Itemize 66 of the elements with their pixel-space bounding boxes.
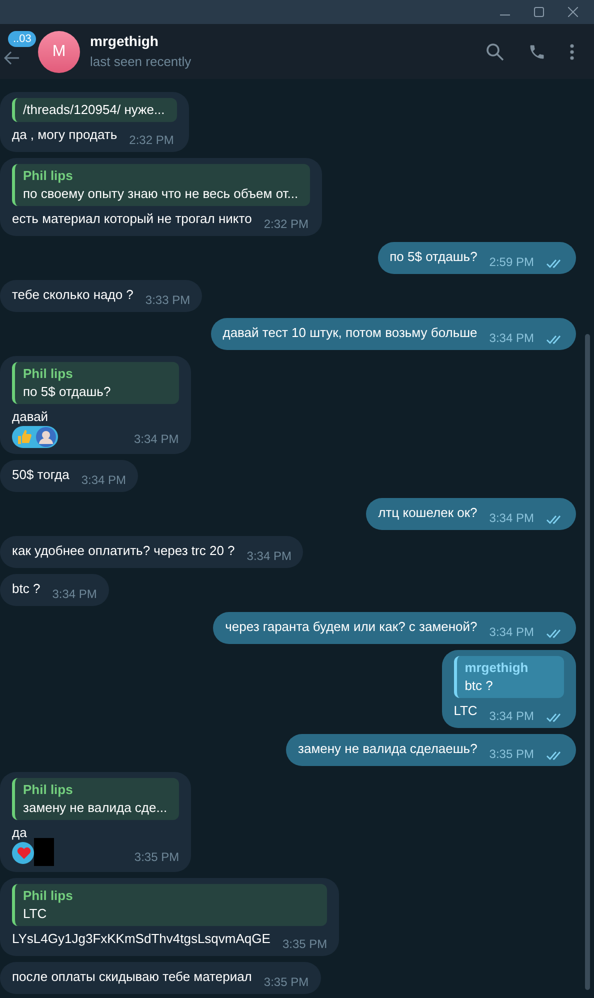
reply-quote[interactable]: mrgethigh btc ? xyxy=(454,656,564,698)
quote-text: замену не валида сде... xyxy=(23,799,168,817)
quote-author: mrgethigh xyxy=(464,659,530,677)
message-time: 3:35 PM xyxy=(134,849,180,866)
back-arrow-icon[interactable] xyxy=(4,50,20,64)
message-text: btc ? xyxy=(12,580,40,598)
message-text: тебе сколько надо ? xyxy=(12,286,134,304)
message-time: 3:35 PM xyxy=(264,974,309,991)
message-time: 3:34 PM xyxy=(246,548,292,565)
reply-quote[interactable]: Phil lips LTC xyxy=(12,884,328,926)
reply-quote[interactable]: Phil lips замену не валида сде... xyxy=(12,778,180,820)
scrollbar[interactable] xyxy=(585,334,590,990)
quote-author: Phil lips xyxy=(23,781,74,799)
message-time: 3:34 PM xyxy=(489,330,534,347)
avatar: M xyxy=(38,30,80,72)
message-text: LTC xyxy=(454,702,478,720)
quote-text: по 5$ отдашь? xyxy=(23,383,112,401)
message-time: 3:34 PM xyxy=(134,431,179,448)
message-text: давай xyxy=(12,408,50,426)
quote-text: btc ? xyxy=(464,677,494,695)
quote-text: LTC xyxy=(23,905,48,923)
more-menu-icon[interactable] xyxy=(570,44,574,60)
reply-quote[interactable]: Phil lips по своему опыту знаю что не весь объем от... xyxy=(12,164,310,206)
message-text: через гаранта будем или как? с заменой? xyxy=(225,618,478,636)
message-text: как удобнее оплатить? через trc 20 ? xyxy=(12,542,235,560)
close-icon[interactable] xyxy=(568,7,578,17)
unread-badge: ..03 xyxy=(8,31,36,47)
phone-icon[interactable] xyxy=(528,42,546,60)
message-text: LYsL4Gy1Jg3FxKKmSdThv4tgsLsqvmAqGE xyxy=(12,930,270,948)
redaction-block xyxy=(34,838,54,866)
message-time: 3:34 PM xyxy=(489,510,534,527)
message-time: 2:32 PM xyxy=(264,216,309,233)
message-text: да xyxy=(12,824,28,842)
maximize-icon[interactable] xyxy=(534,7,544,17)
message-time: 3:34 PM xyxy=(489,624,534,641)
thumbs-up-icon xyxy=(16,429,32,445)
quote-text: /threads/120954/ нуже... xyxy=(23,101,165,119)
message-text: по 5$ отдашь? xyxy=(390,248,478,266)
message-time: 2:32 PM xyxy=(129,132,174,149)
quote-author: Phil lips xyxy=(23,365,74,383)
quote-text: по своему опыту знаю что не весь объем от... xyxy=(23,185,298,203)
message-text: после оплаты скидываю тебе материал xyxy=(12,968,252,986)
heart-icon xyxy=(16,845,32,861)
contact-name: mrgethigh xyxy=(90,32,160,52)
message-text: замену не валида сделаешь? xyxy=(298,740,478,758)
user-avatar-icon xyxy=(36,427,56,447)
reaction-chip[interactable] xyxy=(12,426,58,448)
message-time: 3:35 PM xyxy=(282,936,328,953)
message-text: да , могу продать xyxy=(12,126,118,144)
message-time: 2:59 PM xyxy=(489,254,534,271)
quote-author: Phil lips xyxy=(23,887,74,905)
message-time: 3:34 PM xyxy=(489,708,534,725)
reaction-chip[interactable] xyxy=(12,842,34,864)
message-text: есть материал который не трогал никто xyxy=(12,210,252,228)
message-text: 50$ тогда xyxy=(12,466,70,484)
search-icon[interactable] xyxy=(486,42,504,60)
message-text: давай тест 10 штук, потом возьму больше xyxy=(222,324,478,342)
message-time: 3:35 PM xyxy=(489,746,534,763)
message-time: 3:33 PM xyxy=(145,292,190,309)
contact-status: last seen recently xyxy=(90,53,192,72)
quote-author: Phil lips xyxy=(23,167,74,185)
reply-quote[interactable]: Phil lips по 5$ отдашь? xyxy=(12,362,179,404)
reply-quote[interactable]: /threads/120954/ нуже... xyxy=(12,98,177,122)
message-time: 3:34 PM xyxy=(52,586,97,603)
message-text: лтц кошелек ок? xyxy=(378,504,478,522)
message-time: 3:34 PM xyxy=(81,472,126,489)
